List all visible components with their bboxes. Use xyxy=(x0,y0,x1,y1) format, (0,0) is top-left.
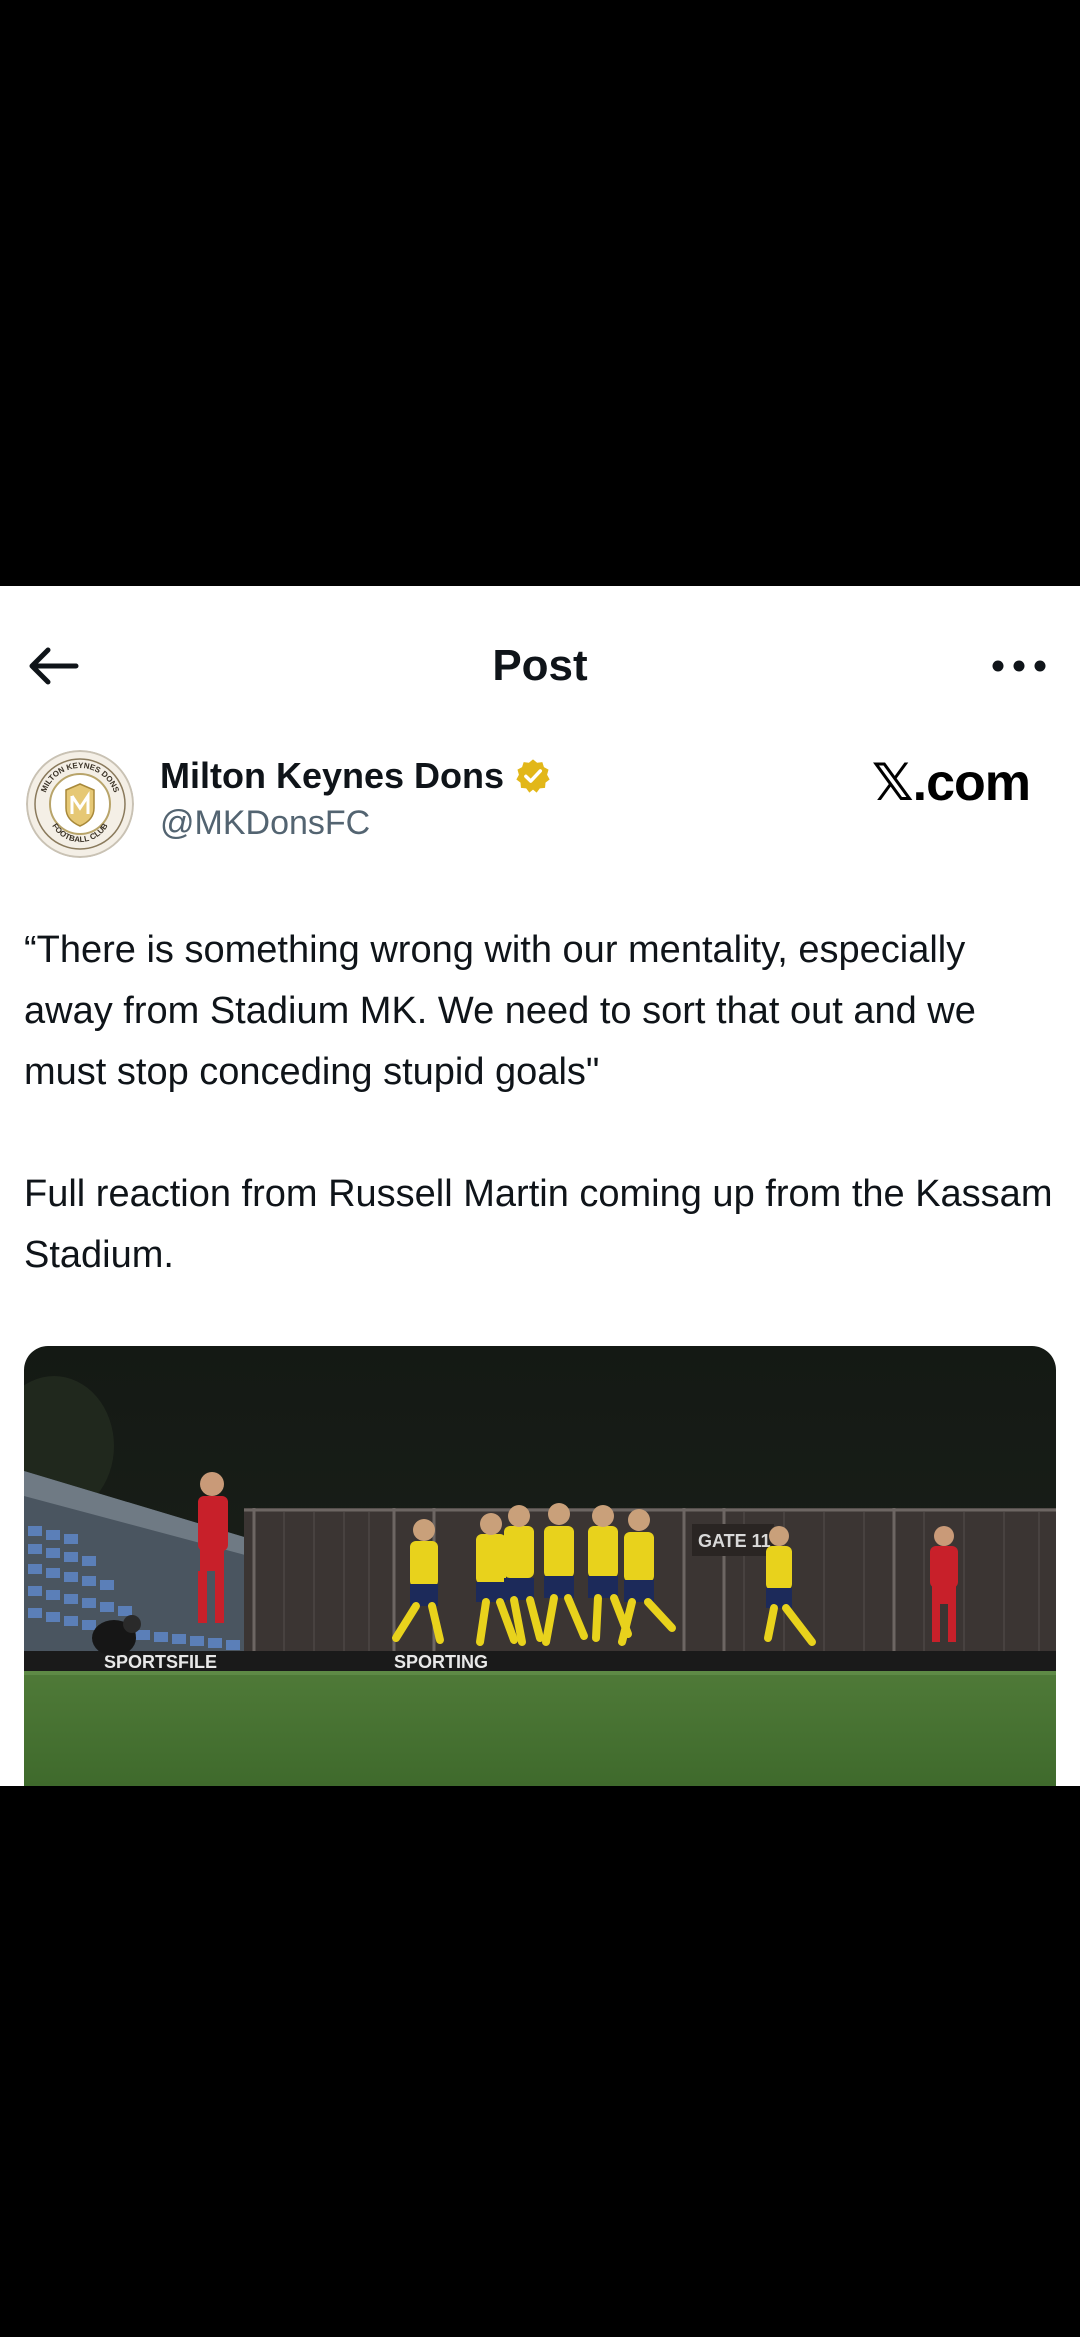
author-handle[interactable]: @MKDonsFC xyxy=(160,802,370,844)
more-options-button[interactable] xyxy=(984,638,1054,694)
ad-board-text: SPORTING xyxy=(394,1652,488,1672)
x-com-watermark: 𝕏.com xyxy=(871,754,1031,812)
gate-sign-text: GATE 11 xyxy=(698,1531,771,1551)
author-name[interactable]: Milton Keynes Dons xyxy=(160,754,552,798)
top-black-area xyxy=(0,0,1080,586)
more-horizontal-icon xyxy=(992,660,1046,672)
author-name-text: Milton Keynes Dons xyxy=(160,755,505,796)
post-card: Post MILTON KEYNES DONS FOOTBALL CLUB Mi… xyxy=(0,586,1080,1786)
verified-badge-icon xyxy=(516,759,550,793)
post-paragraph: “There is something wrong with our menta… xyxy=(24,929,976,1093)
avatar[interactable]: MILTON KEYNES DONS FOOTBALL CLUB xyxy=(26,750,134,858)
bottom-black-area xyxy=(0,1786,1080,2337)
page-title: Post xyxy=(492,641,588,690)
mk-dons-crest-icon: MILTON KEYNES DONS FOOTBALL CLUB xyxy=(26,750,134,858)
post-text: “There is something wrong with our menta… xyxy=(24,920,1054,1286)
football-celebration-photo: GATE 11 SPORTSFILE SPORTING xyxy=(24,1346,1056,1786)
post-media-image[interactable]: GATE 11 SPORTSFILE SPORTING xyxy=(24,1346,1056,1786)
post-paragraph: Full reaction from Russell Martin coming… xyxy=(24,1173,1053,1276)
